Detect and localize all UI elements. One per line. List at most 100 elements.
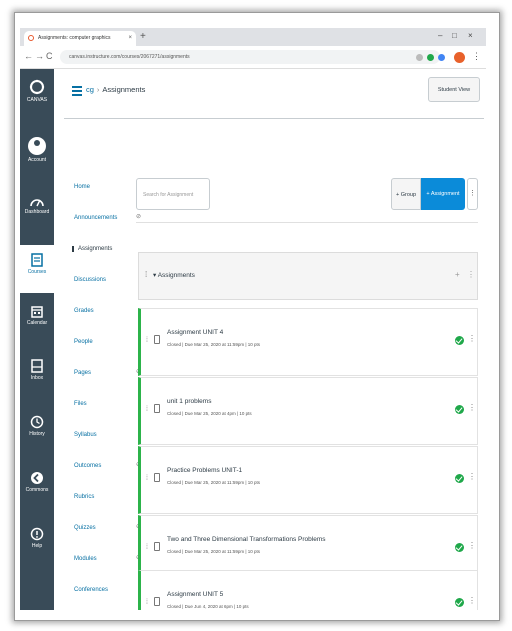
- student-view-button[interactable]: Student View: [428, 77, 480, 102]
- account-icon: [28, 137, 46, 155]
- reload-button[interactable]: C: [46, 49, 53, 63]
- tab-title: Assignments: computer graphics: [38, 35, 111, 41]
- course-nav-home[interactable]: Home: [74, 184, 90, 190]
- global-nav-courses[interactable]: Courses: [20, 245, 54, 293]
- drag-handle-icon[interactable]: ⁞: [146, 337, 148, 344]
- more-options-button[interactable]: ⋮: [467, 178, 478, 210]
- add-assignment-button[interactable]: + Assignment: [421, 178, 465, 210]
- assignment-title[interactable]: Practice Problems UNIT-1: [167, 467, 242, 474]
- search-input[interactable]: Search for Assignment: [136, 178, 210, 210]
- assignment-icon: [154, 542, 160, 551]
- course-nav-people[interactable]: People: [74, 339, 93, 345]
- drag-handle-icon[interactable]: ⁞: [145, 270, 147, 279]
- new-tab-button[interactable]: +: [140, 30, 146, 44]
- global-nav-inbox[interactable]: Inbox: [20, 359, 54, 381]
- global-nav-dashboard[interactable]: Dashboard: [20, 195, 54, 215]
- published-icon[interactable]: [455, 336, 464, 345]
- published-icon[interactable]: [455, 543, 464, 552]
- assignment-row[interactable]: ⁞ unit 1 problems Closed | Due Mar 25, 2…: [138, 377, 478, 445]
- course-nav-outcomes[interactable]: Outcomes: [74, 463, 101, 469]
- assignment-row[interactable]: ⁞ Practice Problems UNIT-1 Closed | Due …: [138, 446, 478, 514]
- global-nav-label: History: [29, 431, 45, 437]
- global-nav-account[interactable]: Account: [20, 137, 54, 163]
- hamburger-menu-icon[interactable]: [72, 86, 82, 98]
- forward-button[interactable]: →: [35, 49, 44, 63]
- eye-slash-icon: ⊘: [136, 214, 142, 220]
- assignment-options-icon[interactable]: ⋮: [468, 596, 476, 605]
- assignment-title[interactable]: unit 1 problems: [167, 398, 211, 405]
- inbox-icon: [31, 359, 43, 373]
- course-nav-pages[interactable]: Pages: [74, 370, 91, 376]
- published-icon[interactable]: [455, 474, 464, 483]
- courses-icon: [31, 253, 43, 267]
- assignment-title[interactable]: Two and Three Dimensional Transformation…: [167, 536, 325, 543]
- assignment-row[interactable]: ⁞ Assignment UNIT 5 Closed | Due Jun 4, …: [138, 570, 478, 610]
- group-options-icon[interactable]: ⋮: [467, 270, 475, 279]
- extension-icon[interactable]: [438, 54, 445, 61]
- drag-handle-icon[interactable]: ⁞: [146, 406, 148, 413]
- published-icon[interactable]: [455, 598, 464, 607]
- extension-icon[interactable]: [427, 54, 434, 61]
- assignment-title[interactable]: Assignment UNIT 5: [167, 591, 223, 598]
- breadcrumb-course-link[interactable]: cg: [86, 85, 94, 94]
- breadcrumb-separator: ›: [96, 85, 100, 94]
- published-icon[interactable]: [455, 405, 464, 414]
- global-nav-help[interactable]: Help: [20, 527, 54, 549]
- course-nav-announcements[interactable]: Announcements: [74, 215, 117, 221]
- course-nav-discussions[interactable]: Discussions: [74, 277, 106, 283]
- drag-handle-icon[interactable]: ⁞: [146, 599, 148, 606]
- address-bar: ← → C canvas.instructure.com/courses/206…: [20, 46, 486, 69]
- assignment-group-header[interactable]: ⁞ ▾ Assignments + ⋮: [138, 252, 478, 300]
- course-nav-modules[interactable]: Modules: [74, 556, 97, 562]
- assignment-group-title[interactable]: ▾ Assignments: [153, 271, 195, 279]
- global-nav-history[interactable]: History: [20, 415, 54, 437]
- course-nav-quizzes[interactable]: Quizzes: [74, 525, 96, 531]
- dashboard-icon: [30, 199, 44, 207]
- add-to-group-button[interactable]: +: [455, 270, 460, 279]
- drag-handle-icon[interactable]: ⁞: [146, 475, 148, 482]
- global-nav-calendar[interactable]: Calendar: [20, 305, 54, 326]
- canvas-favicon-icon: [28, 35, 34, 41]
- tab-close-icon[interactable]: ×: [128, 31, 132, 46]
- breadcrumb: cg › Assignments: [86, 84, 145, 96]
- global-nav-commons[interactable]: Commons: [20, 471, 54, 493]
- global-nav-label: CANVAS: [26, 97, 48, 103]
- assignment-title[interactable]: Assignment UNIT 4: [167, 329, 223, 336]
- course-nav-syllabus[interactable]: Syllabus: [74, 432, 97, 438]
- tab-strip: Assignments: computer graphics × + – □ ×: [20, 28, 486, 46]
- back-button[interactable]: ←: [24, 49, 33, 63]
- course-nav-grades[interactable]: Grades: [74, 308, 94, 314]
- assignment-icon: [154, 473, 160, 482]
- course-nav-files[interactable]: Files: [74, 401, 87, 407]
- extension-icon[interactable]: [416, 54, 423, 61]
- calendar-icon: [31, 306, 43, 318]
- close-window-button[interactable]: ×: [468, 29, 473, 43]
- assignment-row[interactable]: ⁞ Assignment UNIT 4 Closed | Due Mar 25,…: [138, 308, 478, 376]
- browser-window: Assignments: computer graphics × + – □ ×…: [20, 28, 486, 610]
- course-nav-rubrics[interactable]: Rubrics: [74, 494, 94, 500]
- browser-menu-icon[interactable]: ⋮: [472, 49, 481, 63]
- assignment-options-icon[interactable]: ⋮: [468, 403, 476, 412]
- assignment-meta: Closed | Due Mar 25, 2020 at 11:59pm | 1…: [167, 480, 261, 485]
- minimize-button[interactable]: –: [438, 29, 442, 43]
- course-nav-conferences[interactable]: Conferences: [74, 587, 108, 593]
- global-nav-label: Inbox: [30, 375, 44, 381]
- canvas-logo[interactable]: CANVAS: [20, 79, 54, 103]
- commons-icon: [31, 472, 43, 484]
- url-field[interactable]: canvas.instructure.com/courses/2067271/a…: [60, 50, 440, 64]
- browser-tab[interactable]: Assignments: computer graphics ×: [24, 31, 136, 46]
- profile-avatar[interactable]: [454, 52, 465, 63]
- toolbar-divider: [136, 222, 478, 223]
- drag-handle-icon[interactable]: ⁞: [146, 544, 148, 551]
- course-nav-assignments[interactable]: Assignments: [72, 246, 112, 252]
- header-divider: [64, 118, 484, 119]
- assignment-meta: Closed | Due Jun 4, 2020 at 6pm | 10 pts: [167, 604, 249, 609]
- global-nav-label: Commons: [25, 487, 49, 493]
- assignment-options-icon[interactable]: ⋮: [468, 541, 476, 550]
- maximize-button[interactable]: □: [452, 29, 457, 43]
- add-group-button[interactable]: + Group: [391, 178, 421, 210]
- global-nav-label: Account: [27, 157, 47, 163]
- assignment-options-icon[interactable]: ⋮: [468, 472, 476, 481]
- assignment-options-icon[interactable]: ⋮: [468, 334, 476, 343]
- history-icon: [30, 415, 44, 429]
